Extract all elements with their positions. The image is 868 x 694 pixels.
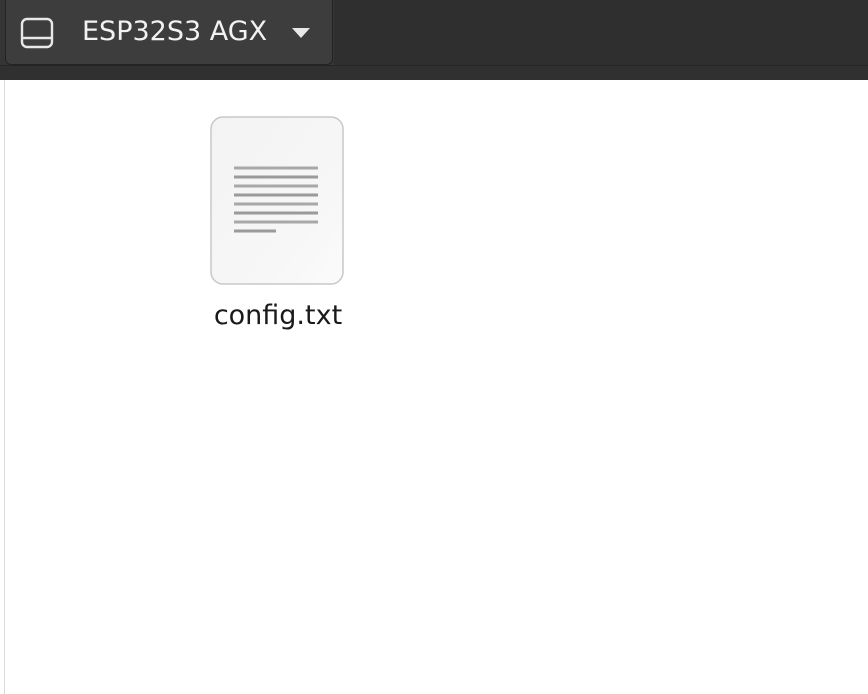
- view-left-border: [4, 80, 5, 694]
- file-name-label: config.txt: [213, 300, 343, 331]
- chevron-down-icon: [292, 28, 310, 38]
- header-toolbar: ESP32S3 AGX: [0, 0, 868, 66]
- file-view[interactable]: [0, 80, 868, 694]
- header-empty-area: [334, 0, 868, 65]
- header-divider: [0, 66, 868, 80]
- location-dropdown-button[interactable]: ESP32S3 AGX: [5, 0, 333, 65]
- file-item[interactable]: config.txt: [198, 108, 358, 340]
- drive-icon: [20, 17, 54, 49]
- header-bar: ESP32S3 AGX: [0, 0, 868, 80]
- text-document-icon: [210, 116, 344, 285]
- location-label: ESP32S3 AGX: [82, 16, 268, 47]
